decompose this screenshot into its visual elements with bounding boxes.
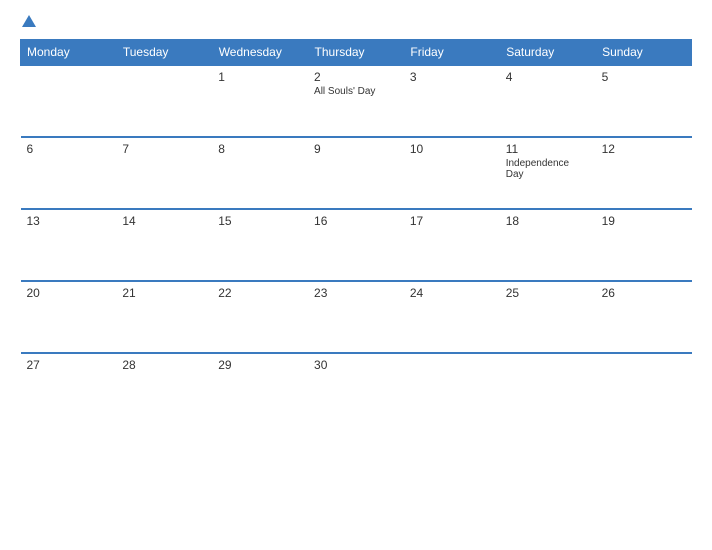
calendar-cell: 16 xyxy=(308,209,404,281)
day-number: 7 xyxy=(122,142,206,156)
weekday-header-wednesday: Wednesday xyxy=(212,40,308,66)
day-number: 10 xyxy=(410,142,494,156)
calendar-cell: 28 xyxy=(116,353,212,425)
calendar-week-row: 13 14 15 16 17 18 19 xyxy=(21,209,692,281)
calendar-cell: 19 xyxy=(596,209,692,281)
calendar-cell: 27 xyxy=(21,353,117,425)
calendar-cell: 1 xyxy=(212,65,308,137)
day-number: 27 xyxy=(27,358,111,372)
weekday-header-sunday: Sunday xyxy=(596,40,692,66)
day-number: 20 xyxy=(27,286,111,300)
calendar-cell xyxy=(21,65,117,137)
day-number: 28 xyxy=(122,358,206,372)
day-number: 21 xyxy=(122,286,206,300)
calendar-cell: 2 All Souls' Day xyxy=(308,65,404,137)
calendar-cell xyxy=(404,353,500,425)
header xyxy=(20,15,692,29)
calendar-cell: 12 xyxy=(596,137,692,209)
calendar-cell xyxy=(500,353,596,425)
weekday-header-saturday: Saturday xyxy=(500,40,596,66)
calendar-cell: 29 xyxy=(212,353,308,425)
calendar-week-row: 20 21 22 23 24 25 26 xyxy=(21,281,692,353)
day-number: 13 xyxy=(27,214,111,228)
weekday-header-thursday: Thursday xyxy=(308,40,404,66)
calendar-cell: 11 Independence Day xyxy=(500,137,596,209)
day-number: 9 xyxy=(314,142,398,156)
day-number: 4 xyxy=(506,70,590,84)
day-number: 22 xyxy=(218,286,302,300)
day-number: 23 xyxy=(314,286,398,300)
calendar-week-row: 27 28 29 30 xyxy=(21,353,692,425)
weekday-header-monday: Monday xyxy=(21,40,117,66)
calendar-week-row: 12 All Souls' Day 345 xyxy=(21,65,692,137)
day-number: 26 xyxy=(602,286,686,300)
calendar-cell: 5 xyxy=(596,65,692,137)
day-number: 15 xyxy=(218,214,302,228)
day-number: 25 xyxy=(506,286,590,300)
calendar-body: 12 All Souls' Day 345 6789 10 11 Independence … xyxy=(21,65,692,425)
day-number: 5 xyxy=(602,70,686,84)
day-number: 24 xyxy=(410,286,494,300)
calendar-cell: 18 xyxy=(500,209,596,281)
day-number: 3 xyxy=(410,70,494,84)
day-number: 29 xyxy=(218,358,302,372)
day-number: 12 xyxy=(602,142,686,156)
calendar-cell: 24 xyxy=(404,281,500,353)
calendar-table: MondayTuesdayWednesdayThursdayFridaySatu… xyxy=(20,39,692,425)
calendar-cell: 10 xyxy=(404,137,500,209)
calendar-header: MondayTuesdayWednesdayThursdayFridaySatu… xyxy=(21,40,692,66)
weekday-header-friday: Friday xyxy=(404,40,500,66)
logo xyxy=(20,15,36,29)
calendar-week-row: 6789 10 11 Independence Day 12 xyxy=(21,137,692,209)
day-number: 16 xyxy=(314,214,398,228)
weekday-header-tuesday: Tuesday xyxy=(116,40,212,66)
day-number: 19 xyxy=(602,214,686,228)
calendar-cell: 13 xyxy=(21,209,117,281)
calendar-cell xyxy=(116,65,212,137)
day-number: 6 xyxy=(27,142,111,156)
calendar-cell: 14 xyxy=(116,209,212,281)
logo-triangle-icon xyxy=(22,15,36,27)
day-number: 2 xyxy=(314,70,398,84)
calendar-cell: 6 xyxy=(21,137,117,209)
calendar-page: MondayTuesdayWednesdayThursdayFridaySatu… xyxy=(0,0,712,550)
calendar-cell: 20 xyxy=(21,281,117,353)
calendar-cell: 9 xyxy=(308,137,404,209)
calendar-cell xyxy=(596,353,692,425)
calendar-cell: 23 xyxy=(308,281,404,353)
calendar-cell: 15 xyxy=(212,209,308,281)
day-number: 30 xyxy=(314,358,398,372)
calendar-cell: 25 xyxy=(500,281,596,353)
calendar-cell: 21 xyxy=(116,281,212,353)
day-number: 1 xyxy=(218,70,302,84)
day-number: 8 xyxy=(218,142,302,156)
day-event: All Souls' Day xyxy=(314,86,398,97)
day-number: 18 xyxy=(506,214,590,228)
calendar-cell: 17 xyxy=(404,209,500,281)
weekday-header-row: MondayTuesdayWednesdayThursdayFridaySatu… xyxy=(21,40,692,66)
calendar-cell: 30 xyxy=(308,353,404,425)
calendar-cell: 3 xyxy=(404,65,500,137)
day-event: Independence Day xyxy=(506,158,590,180)
day-number: 17 xyxy=(410,214,494,228)
day-number: 11 xyxy=(506,142,590,156)
calendar-cell: 4 xyxy=(500,65,596,137)
day-number: 14 xyxy=(122,214,206,228)
calendar-cell: 7 xyxy=(116,137,212,209)
calendar-cell: 8 xyxy=(212,137,308,209)
calendar-cell: 26 xyxy=(596,281,692,353)
calendar-cell: 22 xyxy=(212,281,308,353)
